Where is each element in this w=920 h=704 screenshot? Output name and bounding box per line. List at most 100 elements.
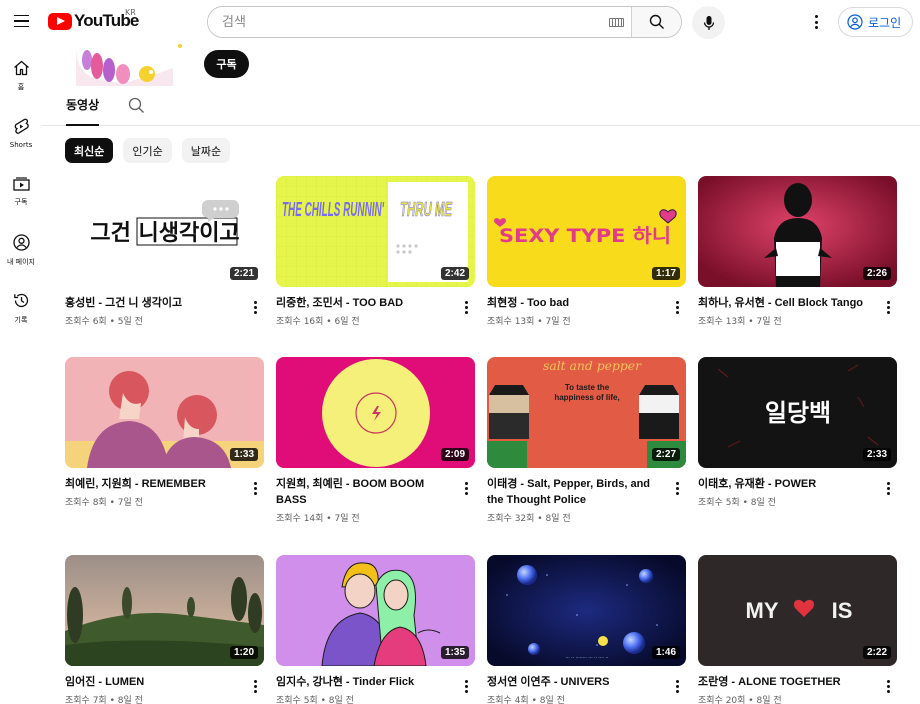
sidebar-item-label: 구독 [14, 198, 28, 206]
video-menu-icon[interactable] [459, 678, 473, 694]
video-thumbnail[interactable]: 2:26 [698, 176, 897, 287]
login-button[interactable]: 로그인 [838, 7, 913, 37]
channel-search-button[interactable] [128, 97, 145, 118]
sidebar-item-home[interactable]: 홈 [0, 48, 42, 106]
chip-latest[interactable]: 최신순 [65, 138, 114, 163]
login-label: 로그인 [868, 15, 902, 30]
video-card[interactable]: 그건 니생각이고 2:21 홍성빈 - 그건 니 생각이고 조회수 6회 • 5… [65, 176, 264, 327]
sort-chips: 최신순 인기순 날짜순 [65, 138, 231, 163]
video-menu-icon[interactable] [881, 678, 895, 694]
sidebar-item-label: 기록 [14, 316, 28, 324]
video-thumbnail[interactable]: 2:09 [276, 357, 475, 468]
video-menu-icon[interactable] [459, 480, 473, 496]
video-metadata: 조회수 5회 • 8일 전 [276, 696, 354, 704]
video-thumbnail[interactable]: 1:20 [65, 555, 264, 666]
video-title[interactable]: 이태경 - Salt, Pepper, Birds, and the Thoug… [487, 476, 667, 508]
chip-oldest[interactable]: 날짜순 [181, 138, 231, 163]
search-button[interactable] [631, 7, 681, 37]
thumbnail-text: THE CHILLS RUNNIN' [282, 199, 385, 221]
chip-popular[interactable]: 인기순 [123, 138, 172, 163]
video-thumbnail[interactable]: THE CHILLS RUNNIN' THRU ME 2:42 [276, 176, 475, 287]
sidebar-item-history[interactable]: 기록 [0, 280, 42, 338]
video-thumbnail[interactable]: 1:33 [65, 357, 264, 468]
video-card[interactable]: SEXY TYPE 하니 1:17 최현정 - Too bad 조회수 13회 … [487, 176, 686, 327]
video-thumbnail[interactable]: 1:35 [276, 555, 475, 666]
search-icon [649, 14, 664, 29]
video-card[interactable]: 1:20 임어진 - LUMEN 조회수 7회 • 8일 전 [65, 555, 264, 704]
video-thumbnail[interactable]: 그건 니생각이고 2:21 [65, 176, 264, 287]
tab-videos[interactable]: 동영상 [66, 96, 100, 126]
subscriptions-icon [12, 177, 30, 191]
video-card[interactable]: 1:35 임지수, 강나현 - Tinder Flick 조회수 5회 • 8일… [276, 555, 475, 704]
search-icon [128, 97, 144, 113]
video-menu-icon[interactable] [459, 299, 473, 315]
video-metadata: 조회수 7회 • 8일 전 [65, 696, 143, 704]
thumbnail-text: To taste the happiness of life, [554, 383, 620, 402]
sidebar-item-label: Shorts [9, 141, 33, 149]
video-menu-icon[interactable] [881, 480, 895, 496]
video-title[interactable]: 리중한, 조민서 - TOO BAD [276, 295, 456, 311]
video-title[interactable]: 임어진 - LUMEN [65, 674, 245, 690]
video-title[interactable]: 조란영 - ALONE TOGETHER [698, 674, 878, 690]
you-icon [12, 234, 30, 251]
home-icon [13, 60, 29, 76]
video-menu-icon[interactable] [670, 299, 684, 315]
video-card[interactable]: 2:26 최하나, 유서현 - Cell Block Tango 조회수 13회… [698, 176, 897, 327]
sidebar-item-subscriptions[interactable]: 구독 [0, 164, 42, 222]
video-card[interactable]: MY IS 2:22 조란영 - ALONE TOGETHER 조회수 20회 … [698, 555, 897, 704]
svg-text:··· ·· ········ ··· ·· ···· ··: ··· ·· ········ ··· ·· ···· ·· [566, 656, 609, 661]
search-input[interactable] [208, 7, 601, 37]
video-metadata: 조회수 32회 • 8일 전 [487, 514, 571, 524]
thumbnail-text: THRU ME [400, 199, 452, 221]
sidebar-item-you[interactable]: 내 페이지 [0, 222, 42, 280]
video-menu-icon[interactable] [670, 678, 684, 694]
video-metadata: 조회수 8회 • 7일 전 [65, 498, 143, 508]
video-duration: 2:33 [862, 448, 891, 461]
keyboard-icon[interactable] [601, 7, 631, 37]
video-title[interactable]: 정서연 이연주 - UNIVERS [487, 674, 667, 690]
sidebar-item-label: 홈 [17, 83, 25, 91]
thumbnail-text: IS [832, 598, 853, 623]
video-card[interactable]: salt and pepper To taste the happiness o… [487, 357, 686, 524]
video-duration: 2:21 [229, 267, 258, 280]
video-card[interactable]: ··· ·· ········ ··· ·· ···· ·· 1:46 정서연 … [487, 555, 686, 704]
video-card[interactable]: 일당백 2:33 이태호, 유재환 - POWER 조회수 5회 • 8일 전 [698, 357, 897, 508]
sidebar-item-shorts[interactable]: Shorts [0, 106, 42, 164]
video-title[interactable]: 이태호, 유재환 - POWER [698, 476, 878, 492]
video-title[interactable]: 최현정 - Too bad [487, 295, 667, 311]
thumbnail-text: 그건 니생각이고 [90, 221, 239, 246]
settings-more-icon[interactable] [806, 12, 826, 32]
voice-search-button[interactable] [692, 6, 725, 39]
microphone-icon [703, 15, 714, 30]
sidebar-item-label: 내 페이지 [7, 258, 35, 266]
video-card[interactable]: THE CHILLS RUNNIN' THRU ME 2:42 리중한, 조민서… [276, 176, 475, 327]
subscribe-button[interactable]: 구독 [204, 50, 249, 78]
video-thumbnail[interactable]: MY IS 2:22 [698, 555, 897, 666]
video-menu-icon[interactable] [248, 299, 262, 315]
video-menu-icon[interactable] [670, 480, 684, 496]
video-duration: 2:09 [440, 448, 469, 461]
video-duration: 2:22 [862, 646, 891, 659]
video-metadata: 조회수 4회 • 8일 전 [487, 696, 565, 704]
video-title[interactable]: 최예린, 지원희 - REMEMBER [65, 476, 245, 492]
video-menu-icon[interactable] [248, 480, 262, 496]
video-title[interactable]: 지원희, 최예린 - BOOM BOOM BASS [276, 476, 456, 508]
video-card[interactable]: 1:33 최예린, 지원희 - REMEMBER 조회수 8회 • 7일 전 [65, 357, 264, 508]
video-title[interactable]: 임지수, 강나현 - Tinder Flick [276, 674, 456, 690]
video-title[interactable]: 홍성빈 - 그건 니 생각이고 [65, 295, 245, 311]
video-menu-icon[interactable] [248, 678, 262, 694]
youtube-logo[interactable]: YouTube KR [48, 8, 139, 32]
video-card[interactable]: 2:09 지원희, 최예린 - BOOM BOOM BASS 조회수 14회 •… [276, 357, 475, 524]
video-thumbnail[interactable]: salt and pepper To taste the happiness o… [487, 357, 686, 468]
video-thumbnail[interactable]: SEXY TYPE 하니 1:17 [487, 176, 686, 287]
video-metadata: 조회수 5회 • 8일 전 [698, 498, 776, 508]
video-thumbnail[interactable]: ··· ·· ········ ··· ·· ···· ·· 1:46 [487, 555, 686, 666]
video-menu-icon[interactable] [881, 299, 895, 315]
video-thumbnail[interactable]: 일당백 2:33 [698, 357, 897, 468]
video-metadata: 조회수 20회 • 8일 전 [698, 696, 782, 704]
video-duration: 1:35 [440, 646, 469, 659]
thumbnail-text: SEXY TYPE 하니 [499, 225, 671, 247]
hamburger-menu-icon[interactable] [8, 8, 34, 34]
top-bar: YouTube KR 로그인 [0, 0, 920, 46]
video-title[interactable]: 최하나, 유서현 - Cell Block Tango [698, 295, 878, 311]
